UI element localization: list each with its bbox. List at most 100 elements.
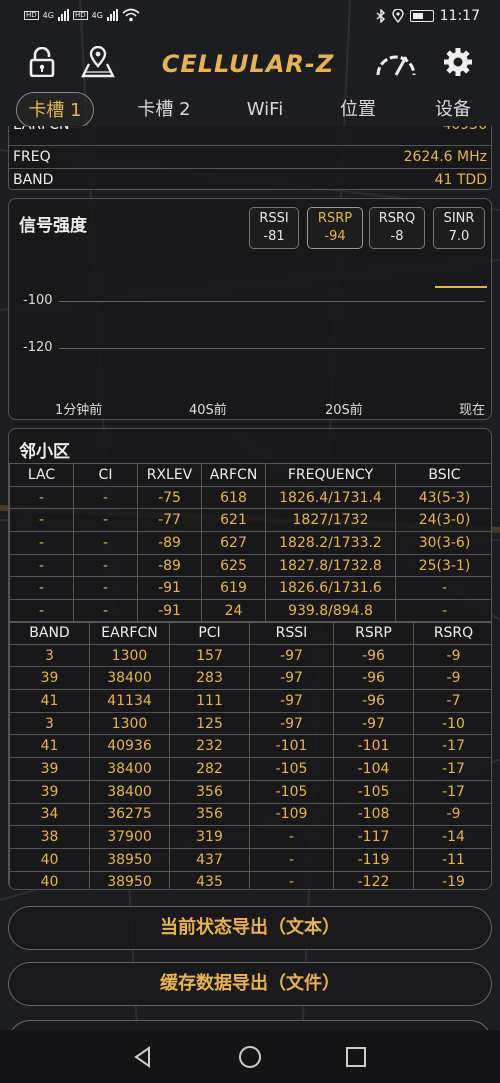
lte-table-row: 3 1300 125 -97 -97 -10 — [9, 711, 491, 736]
table-cell: 39 — [9, 666, 90, 691]
table-cell: -11 — [413, 847, 491, 872]
table-cell: 38 — [9, 825, 90, 849]
lte-table-row: 34 36275 356 -109 -108 -9 — [9, 802, 491, 827]
table-cell: 939.8/894.8 — [265, 599, 396, 623]
table-cell: -96 — [333, 666, 414, 691]
lock-icon[interactable] — [20, 40, 64, 84]
table-cell: 621 — [201, 508, 266, 533]
table-cell: 1826.6/1731.6 — [265, 576, 396, 601]
tab-wifi[interactable]: WiFi — [230, 92, 300, 128]
signal-title: 信号强度 — [19, 216, 87, 236]
metric-name: SINR — [443, 211, 475, 226]
table-cell: -9 — [413, 643, 491, 668]
network-type: 4G — [42, 10, 54, 20]
table-cell: 232 — [169, 734, 250, 759]
signal-icon-2 — [106, 9, 118, 21]
table-cell: -97 — [249, 666, 334, 691]
rsrp-trace-line — [435, 286, 487, 288]
speedometer-icon[interactable] — [374, 40, 418, 84]
table-cell: 1826.4/1731.4 — [265, 485, 396, 510]
column-header: BSIC — [395, 463, 491, 487]
table-cell: 40 — [9, 870, 90, 889]
app-logo: CELLULAR-Z — [161, 50, 335, 78]
export-file-button[interactable]: 缓存数据导出（文件） — [8, 962, 492, 1006]
map-marker-icon[interactable] — [76, 40, 120, 84]
metric-value: -8 — [390, 229, 404, 244]
neighbor-cells-panel: 邻小区 LAC CI RXLEV ARFCN FREQUENCY BSIC --… — [8, 428, 492, 890]
gsm-neighbor-table: LAC CI RXLEV ARFCN FREQUENCY BSIC - - -75 6… — [9, 463, 491, 623]
table-cell: 435 — [169, 870, 250, 889]
metric-rsrq-button[interactable]: RSRQ -8 — [369, 207, 425, 249]
table-cell: -77 — [137, 508, 202, 533]
x-tick-label: 1分钟前 — [55, 403, 103, 418]
table-cell: 30(3-6) — [395, 531, 491, 555]
metric-rsrp-button[interactable]: RSRP -94 — [307, 207, 363, 249]
table-cell: -10 — [413, 711, 491, 736]
info-key: EARFCN — [13, 126, 69, 136]
table-cell: -7 — [413, 689, 491, 713]
table-cell: 39 — [9, 779, 90, 804]
table-cell: 43(5-3) — [395, 485, 491, 510]
table-cell: 1827/1732 — [265, 508, 396, 533]
metric-sinr-button[interactable]: SINR 7.0 — [433, 207, 485, 249]
table-cell: 111 — [169, 689, 250, 713]
column-header: CI — [73, 463, 138, 487]
gear-icon[interactable] — [436, 40, 480, 84]
lte-table-row: 39 38400 283 -97 -96 -9 — [9, 666, 491, 691]
tab-location[interactable]: 位置 — [328, 92, 388, 128]
table-cell: 41 — [9, 734, 90, 759]
table-cell: 40 — [9, 847, 90, 872]
table-cell: 1300 — [89, 643, 170, 668]
table-cell: -101 — [249, 734, 334, 759]
table-cell: -105 — [333, 779, 414, 804]
table-cell: -14 — [413, 825, 491, 849]
table-cell: - — [73, 576, 138, 601]
info-key: FREQ — [13, 149, 51, 165]
table-cell: - — [9, 553, 74, 578]
clock: 11:17 — [439, 8, 480, 24]
table-cell: -101 — [333, 734, 414, 759]
status-right: 11:17 — [376, 8, 480, 24]
table-cell: - — [9, 508, 74, 533]
tab-sim2[interactable]: 卡槽 2 — [124, 92, 204, 128]
table-header-row: LAC CI RXLEV ARFCN FREQUENCY BSIC — [9, 463, 491, 487]
table-cell: 41 — [9, 689, 90, 713]
tab-device[interactable]: 设备 — [420, 92, 486, 128]
tab-sim1[interactable]: 卡槽 1 — [16, 92, 94, 128]
info-key: BAND — [13, 172, 54, 188]
serving-cell-info: EARFCN 40936 FREQ 2624.6 MHz BAND 41 TDD — [8, 126, 492, 190]
lte-table-row: 40 38950 435- -122 -19 — [9, 870, 491, 889]
table-cell: 24 — [201, 599, 266, 623]
system-nav-bar — [0, 1030, 500, 1083]
table-cell: 25(3-1) — [395, 553, 491, 578]
gsm-table-row: - - -91 24 939.8/894.8- — [9, 599, 491, 623]
table-cell: -97 — [333, 711, 414, 736]
lte-table-row: 39 38400 282 -105 -104 -17 — [9, 757, 491, 781]
export-text-button[interactable]: 当前状态导出（文本） — [8, 906, 492, 950]
metric-rssi-button[interactable]: RSSI -81 — [249, 207, 299, 249]
back-icon[interactable] — [128, 1042, 158, 1072]
table-cell: - — [73, 553, 138, 578]
table-cell: -91 — [137, 576, 202, 601]
table-cell: 38400 — [89, 666, 170, 691]
column-header: RXLEV — [137, 463, 202, 487]
table-cell: 618 — [201, 485, 266, 510]
table-cell: -9 — [413, 666, 491, 691]
signal-strength-panel: 信号强度 RSSI -81 RSRP -94 RSRQ -8 SINR 7.0 … — [8, 198, 492, 420]
recents-icon[interactable] — [341, 1042, 371, 1072]
gsm-table-row: - - -89 625 1827.8/1732.8 25(3-1) — [9, 553, 491, 578]
table-cell: -17 — [413, 734, 491, 759]
table-cell: -104 — [333, 757, 414, 781]
column-header: BAND — [9, 621, 90, 645]
lte-table-row: 40 38950 437- -119 -11 — [9, 847, 491, 872]
metric-value: 7.0 — [448, 229, 470, 244]
home-icon[interactable] — [235, 1042, 265, 1072]
metric-name: RSRP — [317, 211, 353, 226]
gsm-table-row: - - -89 627 1828.2/1733.2 30(3-6) — [9, 531, 491, 555]
table-cell: -19 — [413, 870, 491, 889]
table-cell: - — [9, 531, 74, 555]
table-cell: 24(3-0) — [395, 508, 491, 533]
table-header-row: BAND EARFCN PCI RSSI RSRP RSRQ — [9, 621, 491, 645]
wifi-icon — [122, 8, 140, 22]
table-cell: - — [395, 599, 491, 623]
